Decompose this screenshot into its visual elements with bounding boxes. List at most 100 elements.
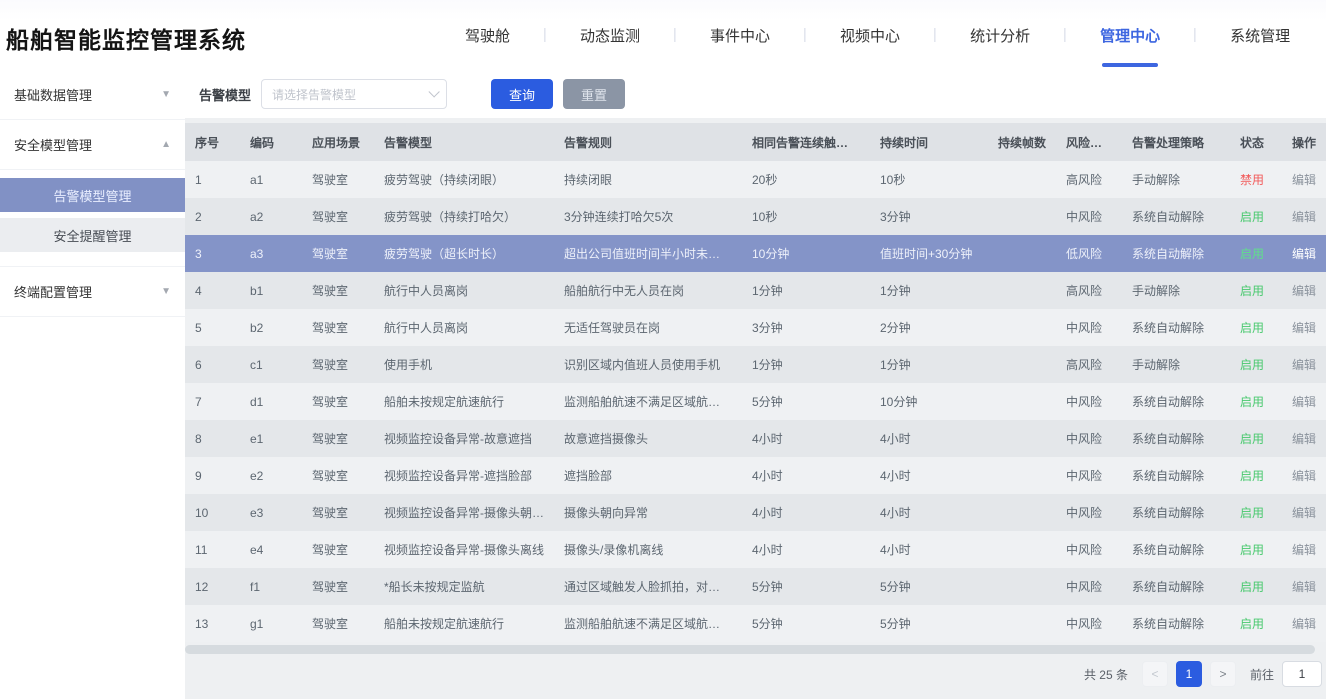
table-row[interactable]: 6c1驾驶室使用手机识别区域内值班人员使用手机1分钟1分钟高风险手动解除启用编辑 [185, 346, 1326, 383]
cell-frames [988, 457, 1056, 494]
cell-model: 船舶未按规定航速航行 [374, 605, 554, 642]
cell-strategy: 手动解除 [1122, 161, 1230, 198]
cell-scene: 驾驶室 [302, 457, 374, 494]
edit-link[interactable]: 编辑 [1282, 568, 1326, 605]
nav-item-3[interactable]: 事件中心 [676, 0, 804, 70]
filter-label: 告警模型 [199, 85, 251, 104]
cell-rule: 遮挡脸部 [554, 457, 742, 494]
cell-interval: 10分钟 [742, 235, 870, 272]
cell-code: e2 [240, 457, 302, 494]
edit-link[interactable]: 编辑 [1282, 161, 1326, 198]
cell-duration: 5分钟 [870, 605, 988, 642]
cell-strategy: 手动解除 [1122, 346, 1230, 383]
table-row[interactable]: 10e3驾驶室视频监控设备异常-摄像头朝向异常摄像头朝向异常4小时4小时中风险系… [185, 494, 1326, 531]
table-row[interactable]: 12f1驾驶室*船长未按规定监航通过区域触发人脸抓拍，对船长身份...5分钟5分… [185, 568, 1326, 605]
cell-scene: 驾驶室 [302, 161, 374, 198]
page-1-button[interactable]: 1 [1176, 661, 1202, 687]
cell-rule: 识别区域内值班人员使用手机 [554, 346, 742, 383]
cell-interval: 5分钟 [742, 383, 870, 420]
edit-link[interactable]: 编辑 [1282, 494, 1326, 531]
cell-code: g1 [240, 605, 302, 642]
prev-page-button[interactable]: < [1142, 661, 1168, 687]
cell-rule: 船舶航行中无人员在岗 [554, 272, 742, 309]
cell-seq: 12 [185, 568, 240, 605]
cell-interval: 1分钟 [742, 272, 870, 309]
edit-link[interactable]: 编辑 [1282, 457, 1326, 494]
nav-item-4[interactable]: 视频中心 [806, 0, 934, 70]
table-row[interactable]: 3a3驾驶室疲劳驾驶（超长时长）超出公司值班时间半小时未按规定交接10分钟值班时… [185, 235, 1326, 272]
cell-duration: 1分钟 [870, 272, 988, 309]
reset-button[interactable]: 重置 [563, 79, 625, 109]
cell-strategy: 系统自动解除 [1122, 457, 1230, 494]
cell-status: 启用 [1230, 531, 1282, 568]
cell-strategy: 系统自动解除 [1122, 531, 1230, 568]
cell-interval: 4小时 [742, 494, 870, 531]
column-header: 告警规则 [554, 123, 742, 161]
edit-link[interactable]: 编辑 [1282, 309, 1326, 346]
cell-model: 视频监控设备异常-遮挡脸部 [374, 457, 554, 494]
cell-interval: 20秒 [742, 161, 870, 198]
nav-item-6[interactable]: 管理中心 [1066, 0, 1194, 70]
edit-link[interactable]: 编辑 [1282, 346, 1326, 383]
cell-strategy: 系统自动解除 [1122, 494, 1230, 531]
horizontal-scrollbar[interactable] [185, 645, 1326, 654]
nav-item-5[interactable]: 统计分析 [936, 0, 1064, 70]
edit-link[interactable]: 编辑 [1282, 383, 1326, 420]
cell-duration: 4小时 [870, 420, 988, 457]
cell-duration: 2分钟 [870, 309, 988, 346]
alarm-model-select[interactable]: 请选择告警模型 [261, 79, 447, 109]
table-row[interactable]: 5b2驾驶室航行中人员离岗无适任驾驶员在岗3分钟2分钟中风险系统自动解除启用编辑 [185, 309, 1326, 346]
column-header: 告警处理策略 [1122, 123, 1230, 161]
table-row[interactable]: 9e2驾驶室视频监控设备异常-遮挡脸部遮挡脸部4小时4小时中风险系统自动解除启用… [185, 457, 1326, 494]
edit-link[interactable]: 编辑 [1282, 531, 1326, 568]
sidebar-group-3[interactable]: 终端配置管理▼ [0, 267, 185, 317]
cell-scene: 驾驶室 [302, 235, 374, 272]
nav-item-1[interactable]: 驾驶舱 [431, 0, 544, 70]
cell-risk: 高风险 [1056, 161, 1122, 198]
select-placeholder: 请选择告警模型 [272, 86, 356, 103]
nav-item-2[interactable]: 动态监测 [546, 0, 674, 70]
cell-seq: 8 [185, 420, 240, 457]
next-page-button[interactable]: > [1210, 661, 1236, 687]
table-row[interactable]: 11e4驾驶室视频监控设备异常-摄像头离线摄像头/录像机离线4小时4小时中风险系… [185, 531, 1326, 568]
edit-link[interactable]: 编辑 [1282, 420, 1326, 457]
table-row[interactable]: 4b1驾驶室航行中人员离岗船舶航行中无人员在岗1分钟1分钟高风险手动解除启用编辑 [185, 272, 1326, 309]
sidebar-item-2[interactable]: 安全提醒管理 [0, 218, 185, 252]
sidebar-group-1[interactable]: 基础数据管理▼ [0, 70, 185, 120]
cell-status: 启用 [1230, 383, 1282, 420]
cell-model: 视频监控设备异常-故意遮挡 [374, 420, 554, 457]
edit-link[interactable]: 编辑 [1282, 272, 1326, 309]
cell-model: 疲劳驾驶（超长时长） [374, 235, 554, 272]
cell-seq: 11 [185, 531, 240, 568]
cell-rule: 无适任驾驶员在岗 [554, 309, 742, 346]
edit-link[interactable]: 编辑 [1282, 605, 1326, 642]
cell-rule: 监测船舶航速不满足区域航速限制规定 [554, 383, 742, 420]
table-row[interactable]: 8e1驾驶室视频监控设备异常-故意遮挡故意遮挡摄像头4小时4小时中风险系统自动解… [185, 420, 1326, 457]
cell-risk: 高风险 [1056, 272, 1122, 309]
sidebar-submenu: 告警模型管理安全提醒管理 [0, 170, 185, 267]
edit-link[interactable]: 编辑 [1282, 235, 1326, 272]
cell-scene: 驾驶室 [302, 198, 374, 235]
cell-strategy: 系统自动解除 [1122, 605, 1230, 642]
search-button[interactable]: 查询 [491, 79, 553, 109]
sidebar-item-1[interactable]: 告警模型管理 [0, 178, 185, 212]
nav-item-7[interactable]: 系统管理 [1196, 0, 1324, 70]
total-count: 共 25 条 [1084, 666, 1128, 683]
sidebar: 基础数据管理▼安全模型管理▲告警模型管理安全提醒管理终端配置管理▼ [0, 70, 185, 699]
cell-duration: 3分钟 [870, 198, 988, 235]
cell-scene: 驾驶室 [302, 272, 374, 309]
goto-page-input[interactable] [1282, 661, 1322, 687]
table-row[interactable]: 13g1驾驶室船舶未按规定航速航行监测船舶航速不满足区域航速限制规定5分钟5分钟… [185, 605, 1326, 642]
cell-risk: 中风险 [1056, 309, 1122, 346]
main-content: 告警模型 请选择告警模型 查询 重置 序号编码应用场景告警模型告警规则相同告警连… [185, 70, 1326, 699]
cell-status: 启用 [1230, 198, 1282, 235]
sidebar-group-2[interactable]: 安全模型管理▲ [0, 120, 185, 170]
table-row[interactable]: 1a1驾驶室疲劳驾驶（持续闭眼）持续闭眼20秒10秒高风险手动解除禁用编辑 [185, 161, 1326, 198]
cell-interval: 4小时 [742, 457, 870, 494]
cell-scene: 驾驶室 [302, 568, 374, 605]
cell-status: 启用 [1230, 494, 1282, 531]
edit-link[interactable]: 编辑 [1282, 198, 1326, 235]
cell-code: e1 [240, 420, 302, 457]
table-row[interactable]: 2a2驾驶室疲劳驾驶（持续打哈欠）3分钟连续打哈欠5次10秒3分钟中风险系统自动… [185, 198, 1326, 235]
table-row[interactable]: 7d1驾驶室船舶未按规定航速航行监测船舶航速不满足区域航速限制规定5分钟10分钟… [185, 383, 1326, 420]
